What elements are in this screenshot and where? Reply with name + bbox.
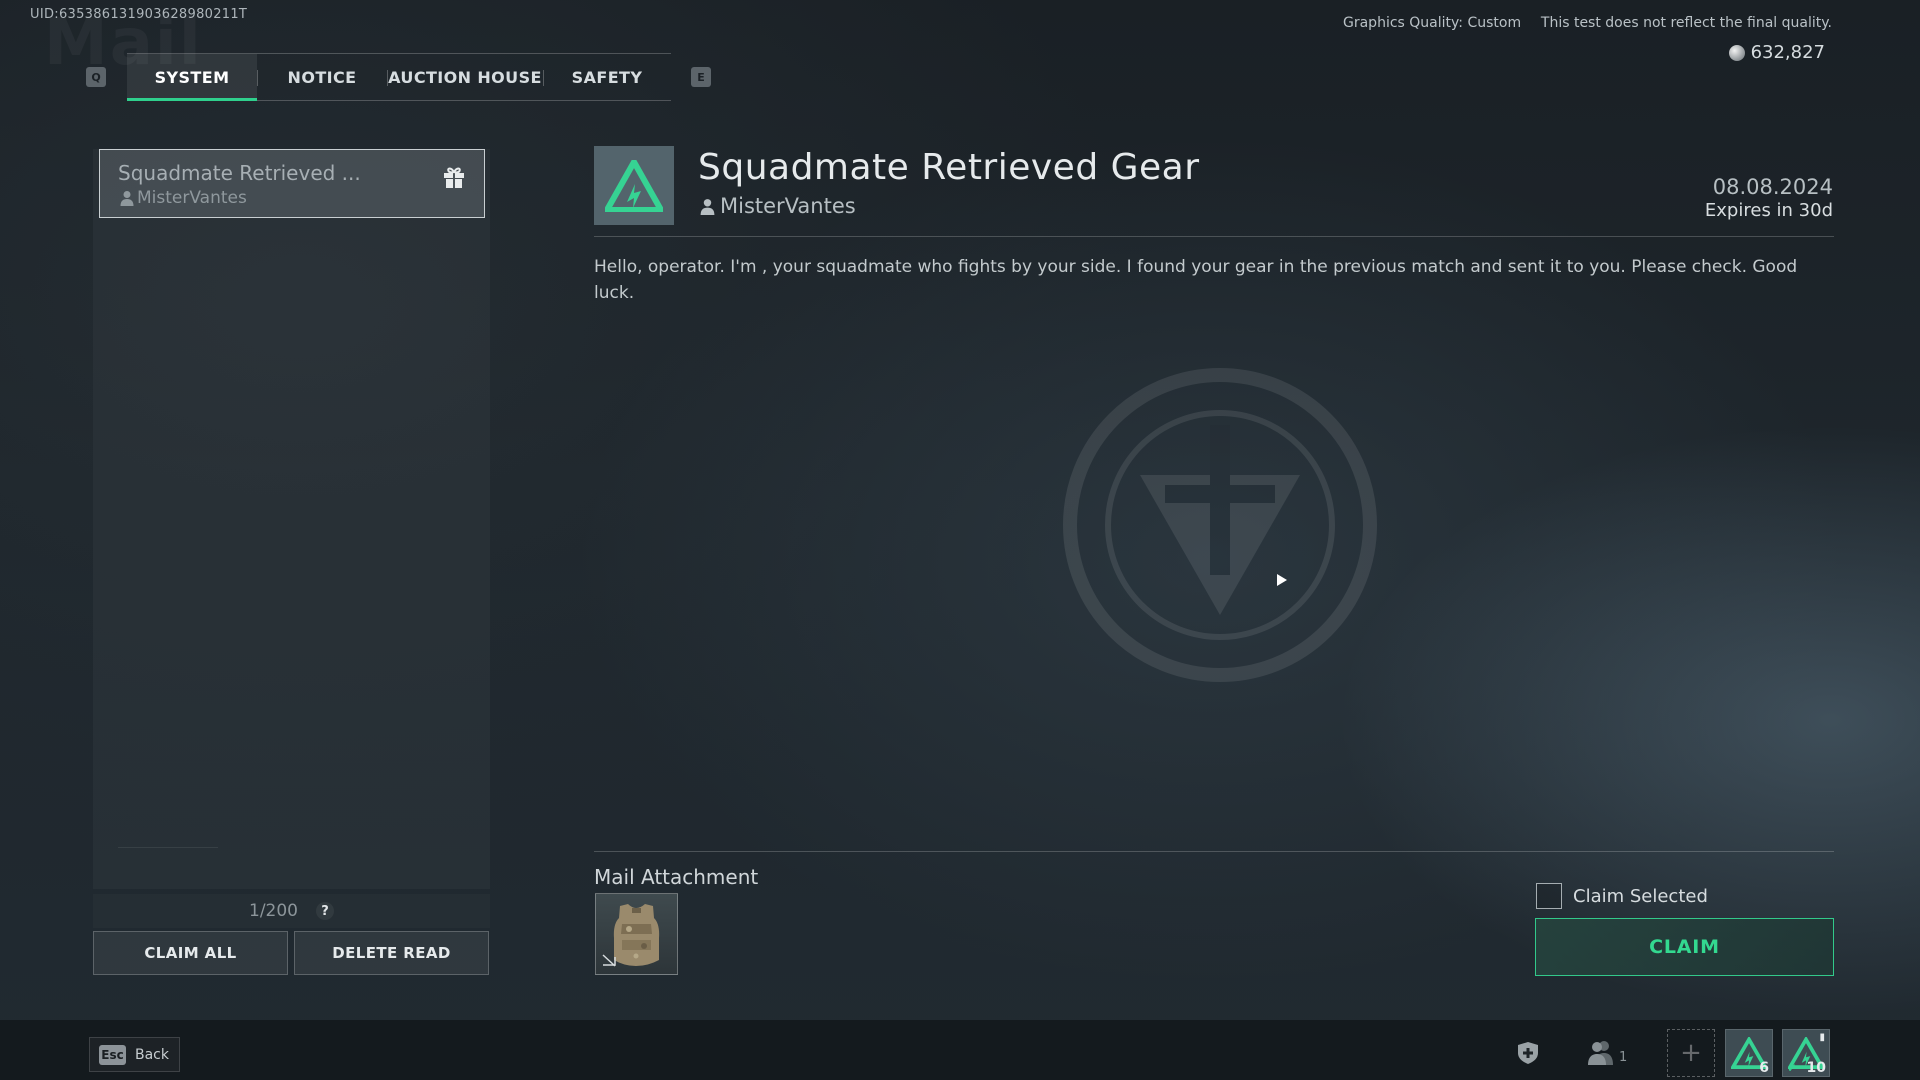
squad-icon xyxy=(1588,1041,1613,1065)
back-button[interactable]: Esc Back xyxy=(89,1037,180,1072)
detail-divider xyxy=(594,236,1834,237)
mail-sender-name: MisterVantes xyxy=(720,194,856,218)
tab-notice[interactable]: NOTICE xyxy=(257,54,387,100)
mail-tab-bar: SYSTEM NOTICE AUCTION HOUSE SAFETY xyxy=(127,53,671,101)
emblem-watermark xyxy=(1060,365,1380,689)
delete-read-button[interactable]: DELETE READ xyxy=(294,931,489,975)
mouse-cursor-icon xyxy=(1276,572,1288,591)
claim-all-button[interactable]: CLAIM ALL xyxy=(93,931,288,975)
attachment-label: Mail Attachment xyxy=(594,865,759,889)
next-tab-key[interactable]: E xyxy=(691,67,711,87)
mail-count: 1/200 xyxy=(249,901,298,921)
user-icon xyxy=(120,191,134,206)
esc-key: Esc xyxy=(99,1044,126,1065)
check-icon: ✓ xyxy=(1787,1061,1798,1075)
mail-list-panel[interactable] xyxy=(93,149,490,889)
gift-icon xyxy=(442,165,466,193)
currency-amount: 632,827 xyxy=(1750,42,1825,63)
badge-2-count: 10 xyxy=(1806,1060,1826,1076)
sender-logo xyxy=(594,146,674,225)
mail-title: Squadmate Retrieved Gear xyxy=(698,147,1200,188)
back-label: Back xyxy=(135,1046,169,1063)
attachment-item[interactable] xyxy=(595,893,678,975)
test-disclaimer: This test does not reflect the final qua… xyxy=(1540,15,1832,31)
mail-body: Hello, operator. I'm , your squadmate wh… xyxy=(594,257,1798,303)
coin-icon xyxy=(1728,44,1745,61)
badge-1-count: 6 xyxy=(1759,1060,1769,1076)
tab-auction-house[interactable]: AUCTION HOUSE xyxy=(387,54,543,100)
mail-expiry: Expires in 30d xyxy=(1704,200,1833,221)
currency-display: 632,827 xyxy=(1728,42,1825,63)
mail-item-sender: MisterVantes xyxy=(120,188,247,208)
claim-selected-checkbox[interactable] xyxy=(1536,883,1562,909)
squad-members-button[interactable]: 1 xyxy=(1587,1039,1627,1065)
mail-count-row: 1/200 ? xyxy=(93,894,490,928)
list-item[interactable]: Squadmate Retrieved ... MisterVantes xyxy=(99,149,485,218)
prev-tab-key[interactable]: Q xyxy=(86,67,106,87)
claim-selected-label: Claim Selected xyxy=(1573,886,1708,907)
triangle-logo-icon xyxy=(605,159,663,212)
battery-icon: ▮ xyxy=(1819,1032,1825,1043)
tab-safety[interactable]: SAFETY xyxy=(543,54,671,100)
no-insurance-icon xyxy=(601,952,617,971)
squad-count: 1 xyxy=(1619,1050,1628,1065)
tab-system[interactable]: SYSTEM xyxy=(127,54,257,101)
user-id-label: UID:635386131903628980211T xyxy=(30,7,248,22)
user-icon xyxy=(700,198,715,215)
graphics-quality-label: Graphics Quality: Custom xyxy=(1343,15,1522,31)
claim-button[interactable]: CLAIM xyxy=(1535,918,1834,976)
attachment-divider xyxy=(594,851,1834,852)
badge-slot-2[interactable]: ▮ ✓ 10 xyxy=(1782,1029,1830,1077)
mail-date: 08.08.2024 xyxy=(1712,175,1833,199)
shield-plus-icon[interactable] xyxy=(1517,1041,1539,1069)
help-icon[interactable]: ? xyxy=(316,902,334,920)
add-slot-button[interactable]: + xyxy=(1667,1029,1715,1077)
bottom-bar xyxy=(0,1020,1920,1080)
mail-sender: MisterVantes xyxy=(700,194,856,218)
mail-item-sender-name: MisterVantes xyxy=(137,188,247,208)
badge-slot-1[interactable]: 6 xyxy=(1725,1029,1773,1077)
mail-item-title: Squadmate Retrieved ... xyxy=(118,161,361,185)
list-divider xyxy=(118,847,218,848)
